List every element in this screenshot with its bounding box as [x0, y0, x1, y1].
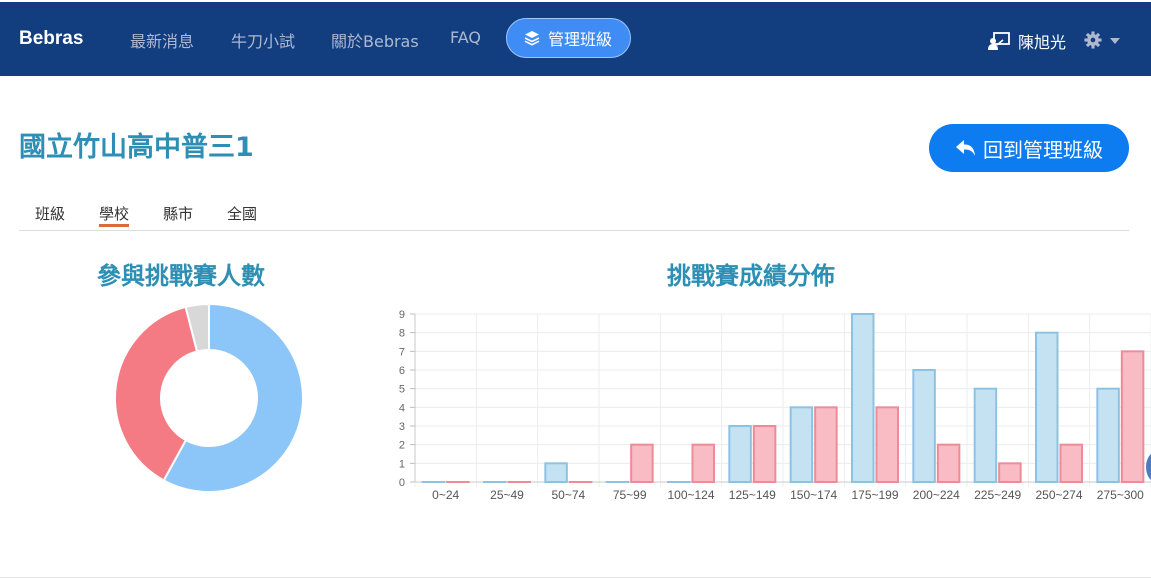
x-tick-label: 200~224 — [913, 488, 960, 502]
participants-title: 參與挑戰賽人數 — [97, 262, 265, 290]
bar-series2-150~174[interactable] — [814, 406, 838, 483]
tab-school[interactable]: 學校 — [99, 203, 130, 227]
y-tick-label: 4 — [399, 402, 405, 414]
nav-faq[interactable]: FAQ — [450, 28, 481, 47]
y-tick-label: 6 — [399, 365, 405, 377]
nav-news[interactable]: 最新消息 — [130, 28, 194, 52]
gear-icon[interactable] — [1084, 31, 1102, 49]
bar-series1-200~224[interactable] — [912, 369, 936, 483]
bar-series2-275~300[interactable] — [1120, 350, 1145, 484]
bar-series1-225~249[interactable] — [973, 387, 998, 483]
scope-tabs: 班級 學校 縣市 全國 — [19, 203, 1129, 231]
distribution-title: 挑戰賽成績分佈 — [667, 262, 835, 290]
nav-manage-classes[interactable]: 管理班級 — [506, 18, 631, 58]
footer-divider — [0, 577, 1151, 578]
bar-series2-225~249[interactable] — [998, 462, 1022, 483]
participants-donut-chart — [114, 302, 304, 493]
x-tick-label: 50~74 — [551, 488, 585, 502]
nav-about[interactable]: 關於Bebras — [331, 28, 419, 52]
user-name: 陳旭光 — [1018, 33, 1067, 52]
bar-series2-125~149[interactable] — [752, 425, 777, 483]
bar-series1-150~174[interactable] — [789, 406, 814, 483]
x-tick-label: 250~274 — [1035, 488, 1082, 502]
back-button-label: 回到管理班級 — [983, 137, 1103, 162]
teacher-icon — [988, 32, 1010, 50]
brand-logo[interactable]: Bebras — [19, 28, 83, 50]
top-navbar: Bebras 最新消息 牛刀小試 關於Bebras FAQ 管理班級 陳旭光 — [0, 2, 1151, 76]
nav-manage-label: 管理班級 — [548, 30, 613, 49]
x-tick-label: 100~124 — [667, 488, 714, 502]
y-tick-label: 7 — [399, 346, 405, 358]
bar-series1-250~274[interactable] — [1035, 331, 1059, 483]
y-tick-label: 3 — [399, 421, 405, 433]
tab-county[interactable]: 縣市 — [163, 203, 193, 224]
x-tick-label: 150~174 — [790, 488, 837, 502]
x-tick-label: 125~149 — [729, 488, 776, 502]
nav-try[interactable]: 牛刀小試 — [231, 28, 295, 52]
bar-series2-75~99[interactable] — [630, 443, 654, 484]
bar-series1-125~149[interactable] — [728, 425, 752, 483]
bar-series2-250~274[interactable] — [1059, 443, 1083, 484]
x-tick-label: 0~24 — [432, 488, 459, 502]
page-title: 國立竹山高中普三1 — [19, 132, 254, 163]
x-tick-label: 275~300 — [1097, 488, 1144, 502]
layers-icon — [524, 31, 540, 46]
y-tick-label: 9 — [399, 309, 405, 321]
y-tick-label: 5 — [399, 384, 405, 396]
bar-series2-100~124[interactable] — [691, 443, 715, 484]
bar-series2-175~199[interactable] — [875, 406, 899, 483]
x-tick-label: 25~49 — [490, 488, 524, 502]
y-tick-label: 1 — [399, 458, 405, 470]
tab-national[interactable]: 全國 — [227, 203, 257, 224]
y-tick-label: 2 — [399, 440, 405, 452]
bar-series1-50~74[interactable] — [544, 462, 568, 483]
x-tick-label: 75~99 — [613, 488, 647, 502]
chevron-down-icon[interactable] — [1110, 38, 1120, 44]
bar-series1-275~300[interactable] — [1096, 387, 1120, 483]
y-tick-label: 0 — [399, 477, 405, 489]
tab-class[interactable]: 班級 — [35, 203, 65, 224]
bar-series1-175~199[interactable] — [851, 313, 875, 483]
back-to-manage-button[interactable]: 回到管理班級 — [929, 124, 1129, 172]
user-menu[interactable]: 陳旭光 — [988, 29, 1066, 53]
x-tick-label: 225~249 — [974, 488, 1021, 502]
score-distribution-bar-chart: 0 1 2 3 4 5 6 7 8 9 0~24 25~49 50~74 75~99 100~124 125~… — [399, 309, 1151, 502]
y-tick-label: 8 — [399, 328, 405, 340]
x-tick-label: 175~199 — [851, 488, 898, 502]
reply-arrow-icon — [956, 140, 975, 156]
bar-series2-200~224[interactable] — [936, 443, 961, 484]
